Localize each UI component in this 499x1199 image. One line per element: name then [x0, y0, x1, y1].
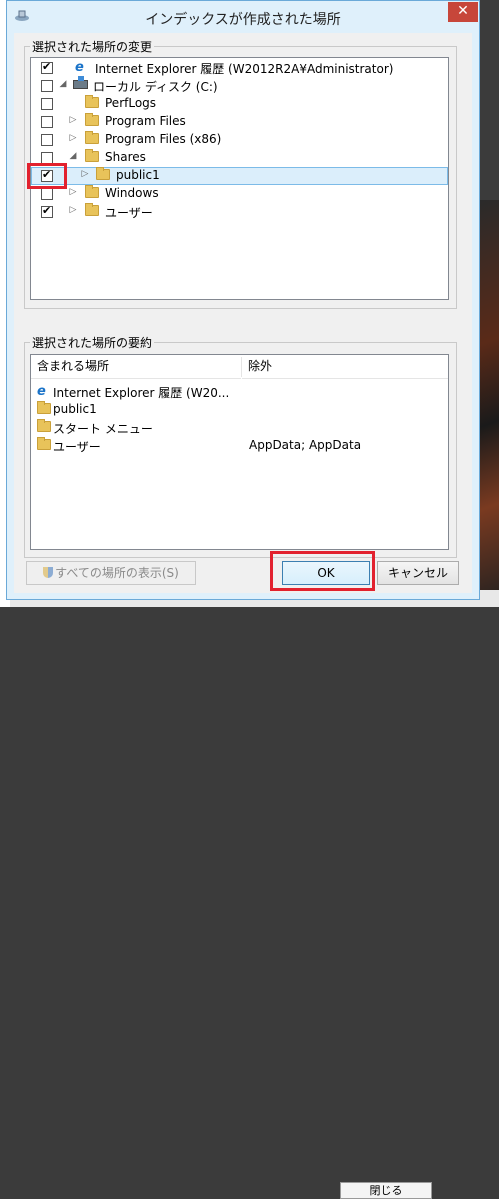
summary-row[interactable]: ユーザー AppData; AppData — [31, 437, 448, 455]
checkbox-program-files[interactable] — [41, 116, 53, 128]
folder-icon — [37, 401, 51, 414]
tree-item-ie-history[interactable]: e Internet Explorer 履歴 (W2012R2A¥Adminis… — [31, 59, 448, 77]
checkbox-program-files-x86[interactable] — [41, 134, 53, 146]
expand-arrow-icon[interactable]: ▷ — [69, 133, 77, 143]
folder-icon — [85, 149, 99, 162]
collapse-arrow-icon[interactable]: ◢ — [69, 151, 77, 161]
expand-arrow-icon[interactable]: ▷ — [69, 187, 77, 197]
show-all-locations-button[interactable]: すべての場所の表示(S) — [26, 561, 196, 585]
checkbox-ie-history[interactable] — [41, 60, 53, 74]
expand-arrow-icon[interactable]: ▷ — [81, 169, 89, 179]
summary-row[interactable]: スタート メニュー — [31, 419, 448, 437]
close-button[interactable]: ✕ — [448, 2, 478, 22]
tree-item-windows[interactable]: ▷ Windows — [31, 185, 448, 203]
cancel-button[interactable]: キャンセル — [377, 561, 459, 585]
included-location: Internet Explorer 履歴 (W20... — [53, 386, 230, 400]
folder-icon — [96, 167, 110, 180]
show-all-locations-label: すべての場所の表示(S) — [55, 566, 179, 580]
tree-item-label: Windows — [105, 186, 159, 200]
drive-icon — [73, 76, 88, 89]
summary-row[interactable]: e Internet Explorer 履歴 (W20... — [31, 383, 448, 401]
folder-icon — [85, 185, 99, 198]
tree-item-label: public1 — [116, 168, 160, 182]
checkbox-windows[interactable] — [41, 188, 53, 200]
included-location: スタート メニュー — [53, 422, 153, 436]
summary-row[interactable]: public1 — [31, 401, 448, 419]
column-header-included[interactable]: 含まれる場所 — [31, 355, 241, 379]
checkbox-perflogs[interactable] — [41, 98, 53, 110]
folder-icon — [85, 95, 99, 108]
collapse-arrow-icon[interactable]: ◢ — [59, 79, 67, 89]
tree-item-label: Shares — [105, 150, 146, 164]
tree-item-local-disk[interactable]: ◢ ローカル ディスク (C:) — [31, 76, 448, 95]
tree-item-perflogs[interactable]: PerfLogs — [31, 95, 448, 113]
folder-icon — [85, 113, 99, 126]
tree-item-public1[interactable]: ▷ public1 — [31, 167, 448, 185]
tree-item-label: Internet Explorer 履歴 (W2012R2A¥Administr… — [95, 62, 394, 76]
excluded-location: AppData; AppData — [249, 438, 362, 452]
desktop-wallpaper — [478, 200, 499, 607]
tree-item-label: Program Files — [105, 114, 186, 128]
title-bar: インデックスが作成された場所 ✕ — [7, 1, 479, 33]
expand-arrow-icon[interactable]: ▷ — [69, 115, 77, 125]
tree-item-label: Program Files (x86) — [105, 132, 222, 146]
column-header-excluded[interactable]: 除外 — [242, 355, 448, 379]
tree-item-program-files-x86[interactable]: ▷ Program Files (x86) — [31, 131, 448, 149]
internet-explorer-icon: e — [75, 60, 84, 75]
included-location: public1 — [53, 402, 97, 416]
tree-item-shares[interactable]: ◢ Shares — [31, 149, 448, 167]
highlight-box-ok-button — [270, 551, 375, 591]
tree-item-label: ユーザー — [105, 206, 153, 220]
change-locations-legend: 選択された場所の変更 — [30, 38, 155, 55]
folder-icon — [37, 419, 51, 432]
tree-item-label: PerfLogs — [105, 96, 157, 110]
folder-icon — [85, 131, 99, 144]
uac-shield-icon — [43, 567, 54, 578]
expand-arrow-icon[interactable]: ▷ — [69, 205, 77, 215]
dialog-title: インデックスが作成された場所 — [145, 12, 341, 28]
summary-list[interactable]: 含まれる場所 除外 e Internet Explorer 履歴 (W20...… — [30, 354, 449, 550]
locations-tree[interactable]: e Internet Explorer 履歴 (W2012R2A¥Adminis… — [30, 57, 449, 300]
checkbox-users[interactable] — [41, 204, 53, 218]
folder-icon — [85, 203, 99, 216]
tree-item-users[interactable]: ▷ ユーザー — [31, 203, 448, 221]
background-close-button: 閉じる — [340, 1182, 432, 1199]
highlight-box-public1-checkbox — [27, 163, 67, 189]
included-location: ユーザー — [53, 440, 101, 454]
tree-item-label: ローカル ディスク (C:) — [93, 80, 218, 94]
tree-item-program-files[interactable]: ▷ Program Files — [31, 113, 448, 131]
folder-icon — [37, 437, 51, 450]
checkbox-local-disk[interactable] — [41, 80, 53, 92]
summary-legend: 選択された場所の要約 — [30, 334, 155, 351]
internet-explorer-icon: e — [37, 384, 46, 399]
